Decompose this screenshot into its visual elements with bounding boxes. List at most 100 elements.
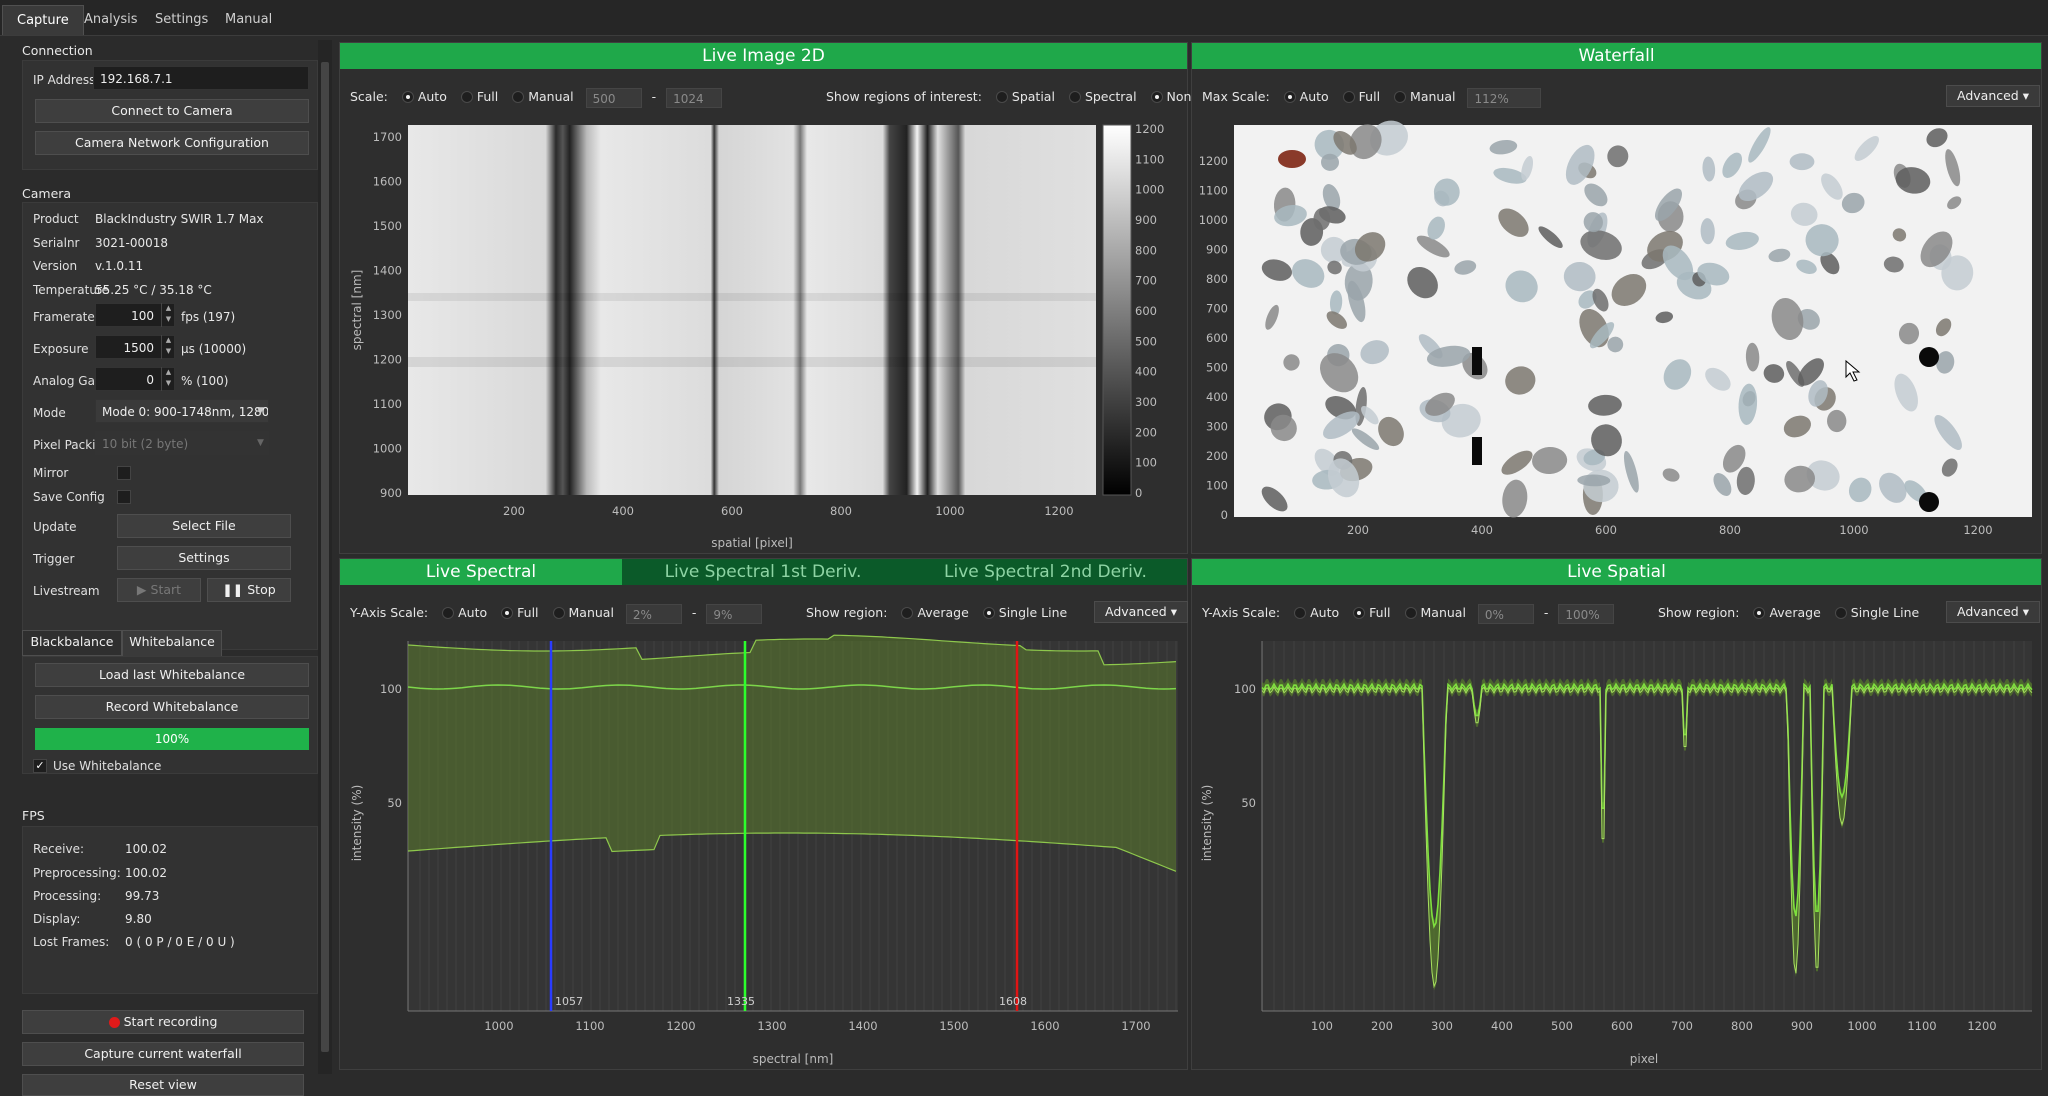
mode-label: Mode (33, 406, 66, 420)
tick-label: 300 (1431, 1019, 1453, 1033)
live-image-plot[interactable]: 17001600150014001300120011001000900 200 4… (340, 117, 1187, 553)
reset-view-button[interactable]: Reset view (22, 1074, 304, 1096)
tab-blackbalance[interactable]: Blackbalance (22, 630, 122, 656)
framerate-spinner[interactable]: ▲ ▼ (161, 303, 175, 327)
tick-label: 1300 (373, 308, 402, 322)
tick-label: 800 (830, 504, 852, 518)
gain-spinner[interactable]: ▲ ▼ (161, 367, 175, 391)
tick-label: 900 (1791, 1019, 1813, 1033)
live-spectral-plot[interactable]: 1057 1335 1608 10050 1000 1100 1200 1300 1400 1… (340, 633, 1187, 1069)
tab-analysis[interactable]: Analysis (70, 5, 152, 35)
product-value: BlackIndustry SWIR 1.7 Max (95, 212, 264, 226)
processing-label: Processing: (33, 889, 102, 903)
tick-label: 1600 (373, 175, 402, 189)
tab-live-spectral-2nd-deriv[interactable]: Live Spectral 2nd Deriv. (904, 559, 1187, 585)
spatial-yscale-label: Y-Axis Scale: (1202, 605, 1281, 620)
exposure-spinner[interactable]: ▲ ▼ (161, 335, 175, 359)
capture-waterfall-button[interactable]: Capture current waterfall (22, 1042, 304, 1066)
sp-max-input[interactable]: 9% (706, 603, 763, 624)
exposure-unit: µs (10000) (181, 342, 247, 356)
mirror-checkbox[interactable] (117, 466, 131, 480)
spa-min-input[interactable]: 0% (1477, 603, 1534, 624)
stop-stream-button[interactable]: ❚❚ Stop (207, 578, 291, 602)
spa-max-input[interactable]: 100% (1558, 603, 1615, 624)
wf-advanced-label: Advanced (1957, 88, 2019, 103)
sp-advanced-dropdown[interactable]: Advanced ▾ (1094, 601, 1188, 623)
range-dash: - (691, 605, 697, 620)
sidebar-scrollbar[interactable] (318, 40, 332, 1074)
mode-select[interactable]: Mode 0: 900-1748nm, 1280 (95, 399, 269, 423)
record-whitebalance-button[interactable]: Record Whitebalance (35, 695, 309, 719)
mirror-label: Mirror (33, 466, 69, 480)
tab-manual[interactable]: Manual (211, 5, 286, 35)
roi-none-radio[interactable] (1150, 90, 1163, 103)
record-icon (108, 1017, 120, 1028)
scale-max-input[interactable]: 1024 (666, 87, 723, 108)
tick-label: 1500 (373, 219, 402, 233)
spa-region-options: Show region: Average Single Line (1658, 603, 1919, 623)
tick-label: 1400 (373, 264, 402, 278)
scale-manual-label: Manual (528, 89, 574, 104)
load-whitebalance-button[interactable]: Load last Whitebalance (35, 663, 309, 687)
sp-auto-label: Auto (458, 605, 488, 620)
tab-live-spectral-1st-deriv[interactable]: Live Spectral 1st Deriv. (622, 559, 904, 585)
particle (1789, 153, 1815, 171)
tab-whitebalance[interactable]: Whitebalance (122, 630, 222, 656)
tick-label: 1100 (1135, 152, 1164, 166)
select-file-button[interactable]: Select File (117, 514, 291, 538)
spa-single-radio[interactable] (1834, 606, 1847, 619)
waterfall-panel: Waterfall Max Scale: Auto Full Manual 11… (1191, 42, 2042, 554)
sp-average-radio[interactable] (901, 606, 914, 619)
use-whitebalance-checkbox[interactable]: ✓ (33, 759, 47, 773)
chevron-down-icon: ▼ (257, 438, 264, 448)
roi-spectral-radio[interactable] (1068, 90, 1081, 103)
particle (1919, 347, 1939, 367)
packing-select[interactable]: 10 bit (2 byte) (95, 431, 269, 455)
start-recording-button[interactable]: Start recording (22, 1010, 304, 1034)
save-config-checkbox[interactable] (117, 490, 131, 504)
tick-label: 1000 (1199, 213, 1228, 227)
receive-label: Receive: (33, 842, 85, 856)
spa-manual-radio[interactable] (1404, 606, 1417, 619)
wf-auto-radio[interactable] (1283, 90, 1296, 103)
waterfall-plot[interactable]: 1200110010009008007006005004003002001000… (1192, 117, 2041, 553)
particle (1472, 347, 1482, 375)
ip-address-input[interactable]: 192.168.7.1 (93, 66, 309, 90)
spatial-ylabel: intensity (%) (1200, 785, 1214, 862)
spa-full-radio[interactable] (1353, 606, 1366, 619)
wf-scale-input[interactable]: 112% (1467, 87, 1542, 108)
pause-icon: ❚❚ (222, 582, 248, 597)
spa-auto-radio[interactable] (1294, 606, 1307, 619)
connect-camera-button[interactable]: Connect to Camera (35, 99, 309, 123)
live-image-y-ticks: 1700 1600 1500 1400 1300 1200 1100 1000 900 (373, 130, 402, 500)
sp-region-options: Show region: Average Single Line (806, 603, 1067, 623)
tick-label: 100 (1206, 479, 1228, 493)
processing-value: 99.73 (125, 889, 160, 903)
roi-spatial-radio[interactable] (995, 90, 1008, 103)
wf-advanced-dropdown[interactable]: Advanced ▾ (1946, 85, 2040, 107)
trigger-settings-button[interactable]: Settings (117, 546, 291, 570)
sp-full-radio[interactable] (501, 606, 514, 619)
spa-region-label: Show region: (1658, 605, 1740, 620)
tab-live-spectral[interactable]: Live Spectral (340, 559, 622, 585)
mode-value: Mode 0: 900-1748nm, 1280 (102, 405, 269, 419)
spa-average-radio[interactable] (1753, 606, 1766, 619)
camera-box: Product BlackIndustry SWIR 1.7 Max Seria… (22, 202, 318, 650)
wf-full-radio[interactable] (1342, 90, 1355, 103)
start-stream-button[interactable]: ▶ Start (117, 578, 201, 602)
scale-auto-radio[interactable] (401, 90, 414, 103)
tick-label: 1100 (1907, 1019, 1936, 1033)
tick-label: 300 (1135, 395, 1157, 409)
sp-auto-radio[interactable] (442, 606, 455, 619)
wf-manual-radio[interactable] (1394, 90, 1407, 103)
network-config-button[interactable]: Camera Network Configuration (35, 131, 309, 155)
sp-manual-radio[interactable] (552, 606, 565, 619)
live-spatial-plot[interactable]: 100 50 100 200 300 400 500 600 700 800 900 1000 110… (1192, 633, 2041, 1069)
scrollbar-thumb[interactable] (321, 62, 329, 1052)
sp-single-radio[interactable] (982, 606, 995, 619)
scale-manual-radio[interactable] (512, 90, 525, 103)
spa-advanced-dropdown[interactable]: Advanced ▾ (1946, 601, 2040, 623)
scale-full-radio[interactable] (460, 90, 473, 103)
sp-min-input[interactable]: 2% (625, 603, 682, 624)
scale-min-input[interactable]: 500 (585, 87, 642, 108)
